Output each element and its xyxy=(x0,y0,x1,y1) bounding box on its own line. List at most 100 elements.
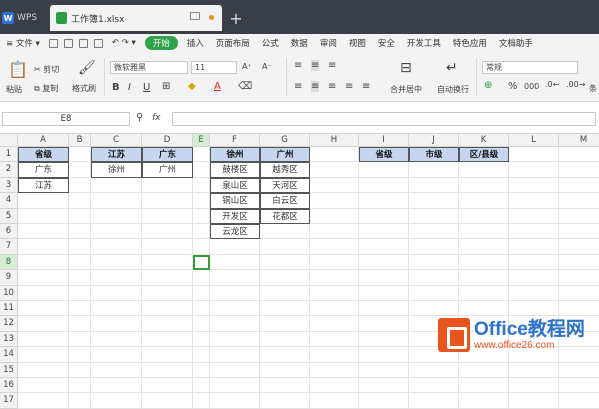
cell[interactable] xyxy=(18,254,69,271)
cell[interactable] xyxy=(509,193,559,209)
new-tab-button[interactable]: + xyxy=(228,5,244,31)
cell[interactable] xyxy=(69,301,91,317)
cell[interactable] xyxy=(409,393,459,409)
cell[interactable] xyxy=(142,193,193,209)
cell[interactable] xyxy=(193,393,210,409)
font-size-select[interactable]: 11 xyxy=(191,61,237,74)
zoom-icon[interactable]: ⚲ xyxy=(136,112,143,123)
cell[interactable] xyxy=(91,378,142,394)
cell[interactable] xyxy=(210,301,260,317)
cell[interactable] xyxy=(193,316,210,332)
cell[interactable] xyxy=(359,378,409,394)
cell[interactable] xyxy=(310,239,359,255)
cell[interactable] xyxy=(359,331,409,348)
menu-review[interactable]: 审阅 xyxy=(314,37,343,49)
cell[interactable] xyxy=(193,208,210,224)
cell[interactable] xyxy=(559,301,599,317)
cell[interactable] xyxy=(559,286,599,301)
format-painter-icon[interactable]: 🖌 xyxy=(78,60,96,76)
active-cell-cursor[interactable] xyxy=(193,254,210,271)
cell[interactable] xyxy=(260,316,310,332)
cell-d2[interactable]: 广州 xyxy=(142,162,193,178)
row-header-16[interactable]: 16 xyxy=(0,378,18,394)
cell[interactable] xyxy=(260,224,310,240)
cell[interactable] xyxy=(69,347,91,363)
cell[interactable] xyxy=(18,378,69,394)
tab-wps-home[interactable]: W WPS xyxy=(2,5,48,31)
row-header-15[interactable]: 15 xyxy=(0,362,18,378)
cell-g4[interactable]: 白云区 xyxy=(260,193,310,209)
cell-k1[interactable]: 区/县级 xyxy=(459,147,509,163)
italic-button[interactable]: I xyxy=(128,82,131,93)
cell[interactable] xyxy=(193,285,210,301)
cell-c2[interactable]: 徐州 xyxy=(91,162,142,178)
cell[interactable] xyxy=(18,393,69,409)
cell[interactable] xyxy=(559,270,599,286)
row-header-5[interactable]: 5 xyxy=(0,208,18,224)
cell[interactable] xyxy=(193,270,210,286)
currency-icon[interactable]: ⊕ xyxy=(484,80,492,91)
cell[interactable] xyxy=(193,347,210,363)
cell[interactable] xyxy=(260,270,310,286)
cell[interactable] xyxy=(193,147,210,163)
cell[interactable] xyxy=(459,362,509,378)
cut-button[interactable]: ✂ 剪切 xyxy=(34,64,59,75)
cell[interactable] xyxy=(509,147,559,163)
cell-f5[interactable]: 开发区 xyxy=(210,208,260,224)
cell[interactable] xyxy=(91,270,142,286)
font-grow-button[interactable]: A⁺ xyxy=(242,62,252,71)
cell[interactable] xyxy=(69,208,91,224)
cell-a2[interactable]: 广东 xyxy=(18,162,69,178)
cell[interactable] xyxy=(18,239,69,255)
cell[interactable] xyxy=(142,301,193,317)
cell[interactable] xyxy=(509,224,559,240)
cell[interactable] xyxy=(210,254,260,271)
cell[interactable] xyxy=(509,378,559,394)
fill-color-icon[interactable]: ◆ xyxy=(188,81,196,92)
cell[interactable] xyxy=(359,239,409,255)
row-header-2[interactable]: 2 xyxy=(0,162,18,178)
cell[interactable] xyxy=(142,254,193,271)
align-right-icon[interactable]: ≡ xyxy=(328,81,336,92)
monitor-icon[interactable] xyxy=(190,12,200,20)
cell[interactable] xyxy=(409,177,459,194)
cell[interactable] xyxy=(69,177,91,194)
cell[interactable] xyxy=(210,347,260,363)
menu-features[interactable]: 特色应用 xyxy=(447,37,493,49)
cell[interactable] xyxy=(210,270,260,286)
cell[interactable] xyxy=(310,285,359,301)
select-all-corner[interactable] xyxy=(0,134,18,147)
cell-c1[interactable]: 江苏 xyxy=(91,147,142,163)
cell[interactable] xyxy=(18,208,69,224)
export-icon[interactable] xyxy=(63,38,73,48)
menu-formulas[interactable]: 公式 xyxy=(256,37,285,49)
cell[interactable] xyxy=(142,316,193,332)
cell[interactable] xyxy=(409,193,459,209)
cell[interactable] xyxy=(559,378,599,394)
row-header-17[interactable]: 17 xyxy=(0,393,18,409)
cell[interactable] xyxy=(509,270,559,286)
cell[interactable] xyxy=(91,393,142,409)
cell[interactable] xyxy=(359,177,409,194)
cell[interactable] xyxy=(509,208,559,224)
cell[interactable] xyxy=(359,393,409,409)
cell[interactable] xyxy=(559,193,599,209)
format-painter-label[interactable]: 格式刷 xyxy=(72,83,96,94)
cell[interactable] xyxy=(91,208,142,224)
cell[interactable] xyxy=(142,362,193,378)
cell[interactable] xyxy=(193,362,210,378)
align-left-icon[interactable]: ≡ xyxy=(294,81,302,92)
cell[interactable] xyxy=(210,378,260,394)
cell[interactable] xyxy=(409,254,459,271)
font-shrink-button[interactable]: A⁻ xyxy=(262,62,272,71)
cell[interactable] xyxy=(409,362,459,378)
cell[interactable] xyxy=(359,316,409,332)
cell[interactable] xyxy=(69,162,91,178)
cell[interactable] xyxy=(559,393,599,409)
cell[interactable] xyxy=(18,347,69,363)
cell-a3[interactable]: 江苏 xyxy=(18,177,69,194)
cell[interactable] xyxy=(310,147,359,163)
save-icon[interactable] xyxy=(48,38,58,48)
distributed-icon[interactable]: ≡ xyxy=(362,81,370,92)
column-header-e[interactable]: E xyxy=(193,134,210,147)
